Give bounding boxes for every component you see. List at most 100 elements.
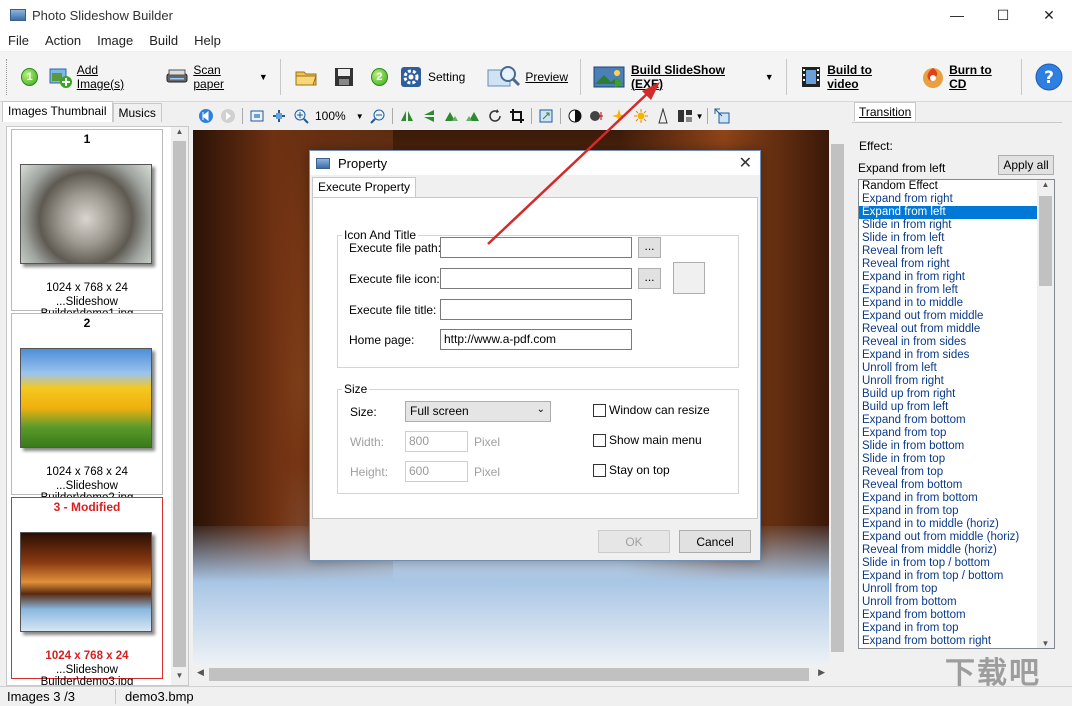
effect-list-item[interactable]: Expand from bottom (859, 414, 1037, 427)
effect-list-item[interactable]: Expand from bottom (859, 609, 1037, 622)
exec-title-input[interactable] (440, 299, 632, 320)
maximize-button[interactable]: ☐ (980, 0, 1026, 30)
effect-list-item[interactable]: Unroll from top (859, 583, 1037, 596)
setting-button[interactable]: Setting (394, 57, 469, 97)
fit-window-icon[interactable] (246, 106, 268, 126)
window-can-resize-checkbox[interactable]: Window can resize (593, 403, 710, 417)
effect-list-item[interactable]: Expand in from bottom (859, 492, 1037, 505)
scroll-up-icon[interactable]: ▲ (1037, 180, 1054, 189)
effect-list-item[interactable]: Reveal from right (859, 258, 1037, 271)
effect-list-item[interactable]: Slide in from left (859, 232, 1037, 245)
sharpen-icon[interactable] (652, 106, 674, 126)
effect-list-item[interactable]: Reveal in from sides (859, 336, 1037, 349)
cancel-button[interactable]: Cancel (679, 530, 751, 553)
effect-list-item[interactable]: Reveal from left (859, 245, 1037, 258)
scrollbar-thumb[interactable] (209, 668, 809, 681)
scroll-right-icon[interactable]: ▶ (818, 667, 825, 678)
apply-all-button[interactable]: Apply all (998, 155, 1054, 175)
scan-dropdown-icon[interactable]: ▼ (259, 72, 268, 82)
open-button[interactable] (289, 57, 327, 97)
rotate-icon[interactable] (484, 106, 506, 126)
effect-list-item[interactable]: Unroll from left (859, 362, 1037, 375)
menu-build[interactable]: Build (141, 33, 186, 48)
effect-list-item[interactable]: Slide in from right (859, 219, 1037, 232)
tab-transition[interactable]: Transition (854, 102, 917, 121)
effect-list-item[interactable]: Expand in to middle (horiz) (859, 518, 1037, 531)
zoom-select[interactable]: 100% ▼ (312, 109, 367, 123)
resize-icon[interactable] (535, 106, 557, 126)
brightness-icon[interactable] (586, 106, 608, 126)
effect-list-item[interactable]: Expand in from right (859, 271, 1037, 284)
tab-execute-property[interactable]: Execute Property (312, 177, 417, 197)
scrollbar-thumb[interactable] (831, 144, 844, 652)
canvas-horizontal-scrollbar[interactable]: ◀ ▶ (193, 666, 829, 683)
menu-help[interactable]: Help (186, 33, 229, 48)
effect-list-item[interactable]: Expand out from middle (859, 310, 1037, 323)
thumbnail-item[interactable]: 3 - Modified 1024 x 768 x 24 ...Slidesho… (11, 497, 163, 685)
layout-icon[interactable] (674, 106, 696, 126)
burn-cd-button[interactable]: Burn to CD (916, 57, 1013, 97)
scroll-down-icon[interactable]: ▼ (171, 671, 188, 685)
export-image-icon[interactable] (711, 106, 733, 126)
stay-on-top-checkbox[interactable]: Stay on top (593, 463, 670, 477)
effect-list-item[interactable]: Expand out from middle (horiz) (859, 531, 1037, 544)
menu-action[interactable]: Action (37, 33, 89, 48)
effect-list-item[interactable]: Slide in from top / bottom (859, 557, 1037, 570)
effect-list-item[interactable]: Slide in from top (859, 453, 1037, 466)
checkbox-box[interactable] (593, 433, 606, 447)
home-page-input[interactable]: http://www.a-pdf.com (440, 329, 632, 350)
rotate-right-icon[interactable] (462, 106, 484, 126)
zoom-in-icon[interactable] (290, 106, 312, 126)
scan-paper-button[interactable]: Scan paper ▼ (161, 57, 272, 97)
menu-file[interactable]: File (0, 33, 37, 48)
browse-icon-button[interactable]: ... (638, 268, 661, 289)
contrast-icon[interactable] (564, 106, 586, 126)
effect-list-item[interactable]: Expand from top (859, 427, 1037, 440)
effect-list-item[interactable]: Build up from left (859, 401, 1037, 414)
effect-list-item[interactable]: Expand in from top (859, 622, 1037, 635)
thumbnail-item[interactable]: 2 1024 x 768 x 24 ...Slideshow Builder\d… (11, 313, 163, 504)
exec-path-input[interactable] (440, 237, 632, 258)
save-button[interactable] (327, 57, 365, 97)
effect-list-item[interactable]: Expand in from left (859, 284, 1037, 297)
effect-list-item[interactable]: Expand from left (859, 206, 1037, 219)
effect-list-item[interactable]: Expand from right (859, 193, 1037, 206)
sun-icon[interactable] (630, 106, 652, 126)
width-input[interactable]: 800 (405, 431, 468, 452)
minimize-button[interactable]: — (934, 0, 980, 30)
build-dropdown-icon[interactable]: ▼ (765, 72, 774, 82)
tab-musics[interactable]: Musics (112, 103, 162, 122)
dialog-close-icon[interactable]: ✕ (739, 153, 752, 173)
flip-horizontal-icon[interactable] (396, 106, 418, 126)
ok-button[interactable]: OK (598, 530, 670, 553)
effect-list-item[interactable]: Reveal from top (859, 466, 1037, 479)
effect-list-item[interactable]: Expand in from top / bottom (859, 570, 1037, 583)
exec-icon-input[interactable] (440, 268, 632, 289)
thumbnail-item[interactable]: 1 1024 x 768 x 24 ...Slideshow Builder\d… (11, 129, 163, 320)
scroll-left-icon[interactable]: ◀ (197, 667, 204, 678)
layout-dropdown-icon[interactable]: ▼ (696, 112, 704, 121)
menu-image[interactable]: Image (89, 33, 141, 48)
tab-images-thumbnail[interactable]: Images Thumbnail (2, 101, 113, 122)
browse-path-button[interactable]: ... (638, 237, 661, 258)
scroll-up-icon[interactable]: ▲ (171, 127, 188, 141)
effect-list-item[interactable]: Expand in from top (859, 505, 1037, 518)
zoom-out-icon[interactable] (367, 106, 389, 126)
help-button[interactable]: ? (1030, 57, 1072, 97)
flip-vertical-icon[interactable] (418, 106, 440, 126)
effect-list-scrollbar[interactable]: ▲ ▼ (1037, 180, 1054, 648)
first-image-icon[interactable] (195, 106, 217, 126)
preview-button[interactable]: Preview (483, 57, 572, 97)
crop-icon[interactable] (506, 106, 528, 126)
effect-list-item[interactable]: Build up from right (859, 388, 1037, 401)
actual-size-icon[interactable] (268, 106, 290, 126)
add-images-button[interactable]: Add Image(s) (44, 57, 149, 97)
next-image-icon[interactable] (217, 106, 239, 126)
thumbnail-scrollbar[interactable]: ▲ ▼ (171, 127, 188, 685)
effect-list-item[interactable]: Slide in from bottom (859, 440, 1037, 453)
effect-list-item[interactable]: Random Effect (859, 180, 1037, 193)
effect-list-item[interactable]: Reveal out from middle (859, 323, 1037, 336)
height-input[interactable]: 600 (405, 461, 468, 482)
checkbox-box[interactable] (593, 403, 606, 417)
effect-list-item[interactable]: Unroll from bottom (859, 596, 1037, 609)
